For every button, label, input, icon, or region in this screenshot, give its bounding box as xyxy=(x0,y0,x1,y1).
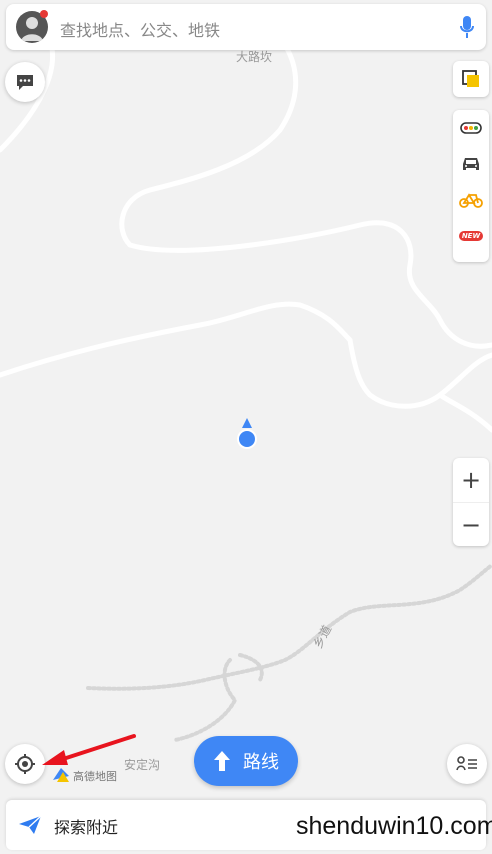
traffic-light-icon xyxy=(460,122,482,134)
zoom-in-button[interactable]: + xyxy=(453,458,489,503)
new-badge: NEW xyxy=(458,231,484,241)
list-button[interactable] xyxy=(447,744,487,784)
annotation-arrow xyxy=(42,734,136,765)
list-icon xyxy=(456,756,477,771)
watermark: shenduwin10.com xyxy=(296,812,492,840)
message-icon xyxy=(17,75,33,90)
layers-button[interactable] xyxy=(453,61,489,97)
zoom-out-button[interactable]: − xyxy=(453,503,489,546)
search-bar[interactable]: 查找地点、公交、地铁 xyxy=(6,4,486,50)
map-tools-panel: NEW xyxy=(453,110,489,262)
new-feature-button[interactable]: NEW xyxy=(453,218,489,254)
taxi-icon xyxy=(463,158,479,170)
notification-dot xyxy=(40,10,48,18)
layers-panel[interactable] xyxy=(453,61,489,97)
amap-logo-icon xyxy=(53,768,69,782)
explore-nearby-label: 探索附近 xyxy=(54,818,119,837)
bike-button[interactable] xyxy=(453,182,489,218)
current-location-marker xyxy=(237,418,257,449)
locate-icon xyxy=(15,754,35,774)
send-icon xyxy=(19,815,42,834)
message-button[interactable] xyxy=(5,62,45,102)
zoom-controls: + − xyxy=(453,458,489,546)
route-button-label: 路线 xyxy=(243,752,279,773)
map-label-top: 大路坎 xyxy=(236,50,273,64)
route-button[interactable]: 路线 xyxy=(194,736,298,786)
amap-logo-text: 高德地图 xyxy=(73,770,117,783)
route-arrow-icon xyxy=(214,751,230,771)
microphone-icon[interactable] xyxy=(460,15,474,43)
taxi-button[interactable] xyxy=(453,146,489,182)
search-input[interactable]: 查找地点、公交、地铁 xyxy=(60,17,220,41)
bike-icon xyxy=(459,193,483,208)
layers-icon xyxy=(462,70,479,87)
traffic-button[interactable] xyxy=(453,110,489,146)
